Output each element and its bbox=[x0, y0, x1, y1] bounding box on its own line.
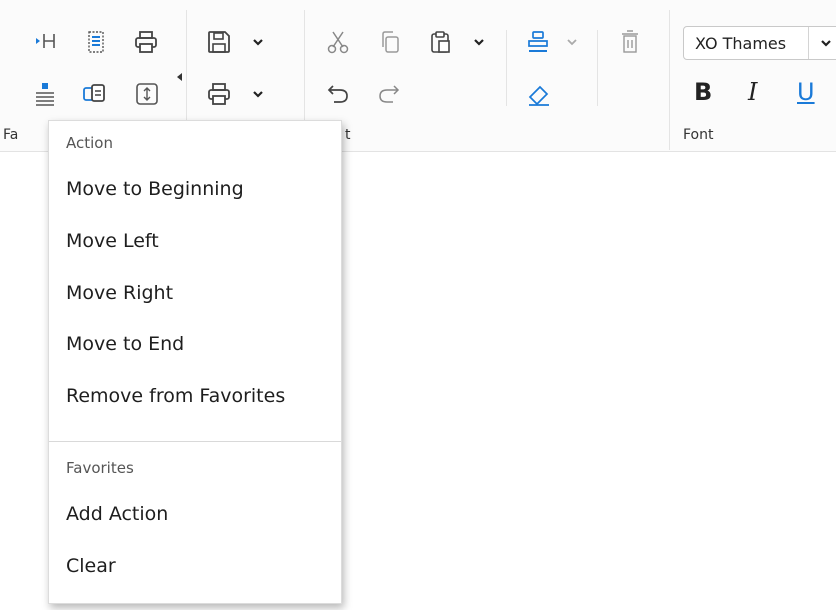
align-text-icon[interactable] bbox=[31, 80, 59, 108]
separator bbox=[597, 30, 598, 106]
print-dropdown-chevron-icon[interactable] bbox=[251, 87, 265, 101]
move-to-beginning-item[interactable]: Move to Beginning bbox=[66, 178, 244, 200]
eraser-icon[interactable] bbox=[525, 80, 553, 108]
insert-field-icon[interactable] bbox=[80, 80, 108, 108]
redo-icon[interactable] bbox=[375, 80, 403, 108]
print-dropdown-icon[interactable] bbox=[205, 80, 233, 108]
undo-icon[interactable] bbox=[324, 80, 352, 108]
chevron-down-icon[interactable] bbox=[808, 27, 836, 59]
font-family-value: XO Thames bbox=[695, 34, 787, 53]
move-right-item[interactable]: Move Right bbox=[66, 282, 173, 304]
paint-format-chevron-icon[interactable] bbox=[565, 35, 579, 49]
delete-icon[interactable] bbox=[616, 28, 644, 56]
menu-section-header-favorites: Favorites bbox=[66, 459, 134, 477]
save-icon[interactable] bbox=[205, 28, 233, 56]
bold-button[interactable]: B bbox=[694, 78, 712, 106]
paint-format-icon[interactable] bbox=[524, 28, 552, 56]
move-to-end-item[interactable]: Move to End bbox=[66, 333, 184, 355]
resize-icon[interactable] bbox=[133, 80, 161, 108]
menu-divider bbox=[49, 441, 341, 442]
expand-arrow-icon[interactable] bbox=[177, 73, 182, 81]
paste-icon[interactable] bbox=[427, 28, 455, 56]
copy-icon[interactable] bbox=[376, 28, 404, 56]
font-family-select[interactable]: XO Thames bbox=[683, 26, 836, 60]
save-dropdown-chevron-icon[interactable] bbox=[251, 35, 265, 49]
font-group-label: Font bbox=[683, 127, 714, 143]
cut-icon[interactable] bbox=[324, 28, 352, 56]
favorites-context-menu: Action Move to Beginning Move Left Move … bbox=[48, 120, 342, 604]
add-action-item[interactable]: Add Action bbox=[66, 503, 168, 525]
group-separator bbox=[669, 10, 670, 150]
remove-from-favorites-item[interactable]: Remove from Favorites bbox=[66, 385, 285, 407]
move-left-item[interactable]: Move Left bbox=[66, 230, 159, 252]
italic-button[interactable]: I bbox=[748, 78, 757, 106]
favorites-group-label: Fa bbox=[3, 127, 19, 143]
paste-dropdown-chevron-icon[interactable] bbox=[472, 35, 486, 49]
menu-section-header-action: Action bbox=[66, 134, 113, 152]
print-icon[interactable] bbox=[132, 28, 160, 56]
edit-group-label: t bbox=[345, 127, 351, 143]
clear-item[interactable]: Clear bbox=[66, 555, 116, 577]
select-block-icon[interactable] bbox=[82, 28, 110, 56]
insert-row-icon[interactable] bbox=[31, 28, 59, 56]
underline-button[interactable]: U bbox=[797, 78, 815, 106]
separator bbox=[506, 30, 507, 106]
